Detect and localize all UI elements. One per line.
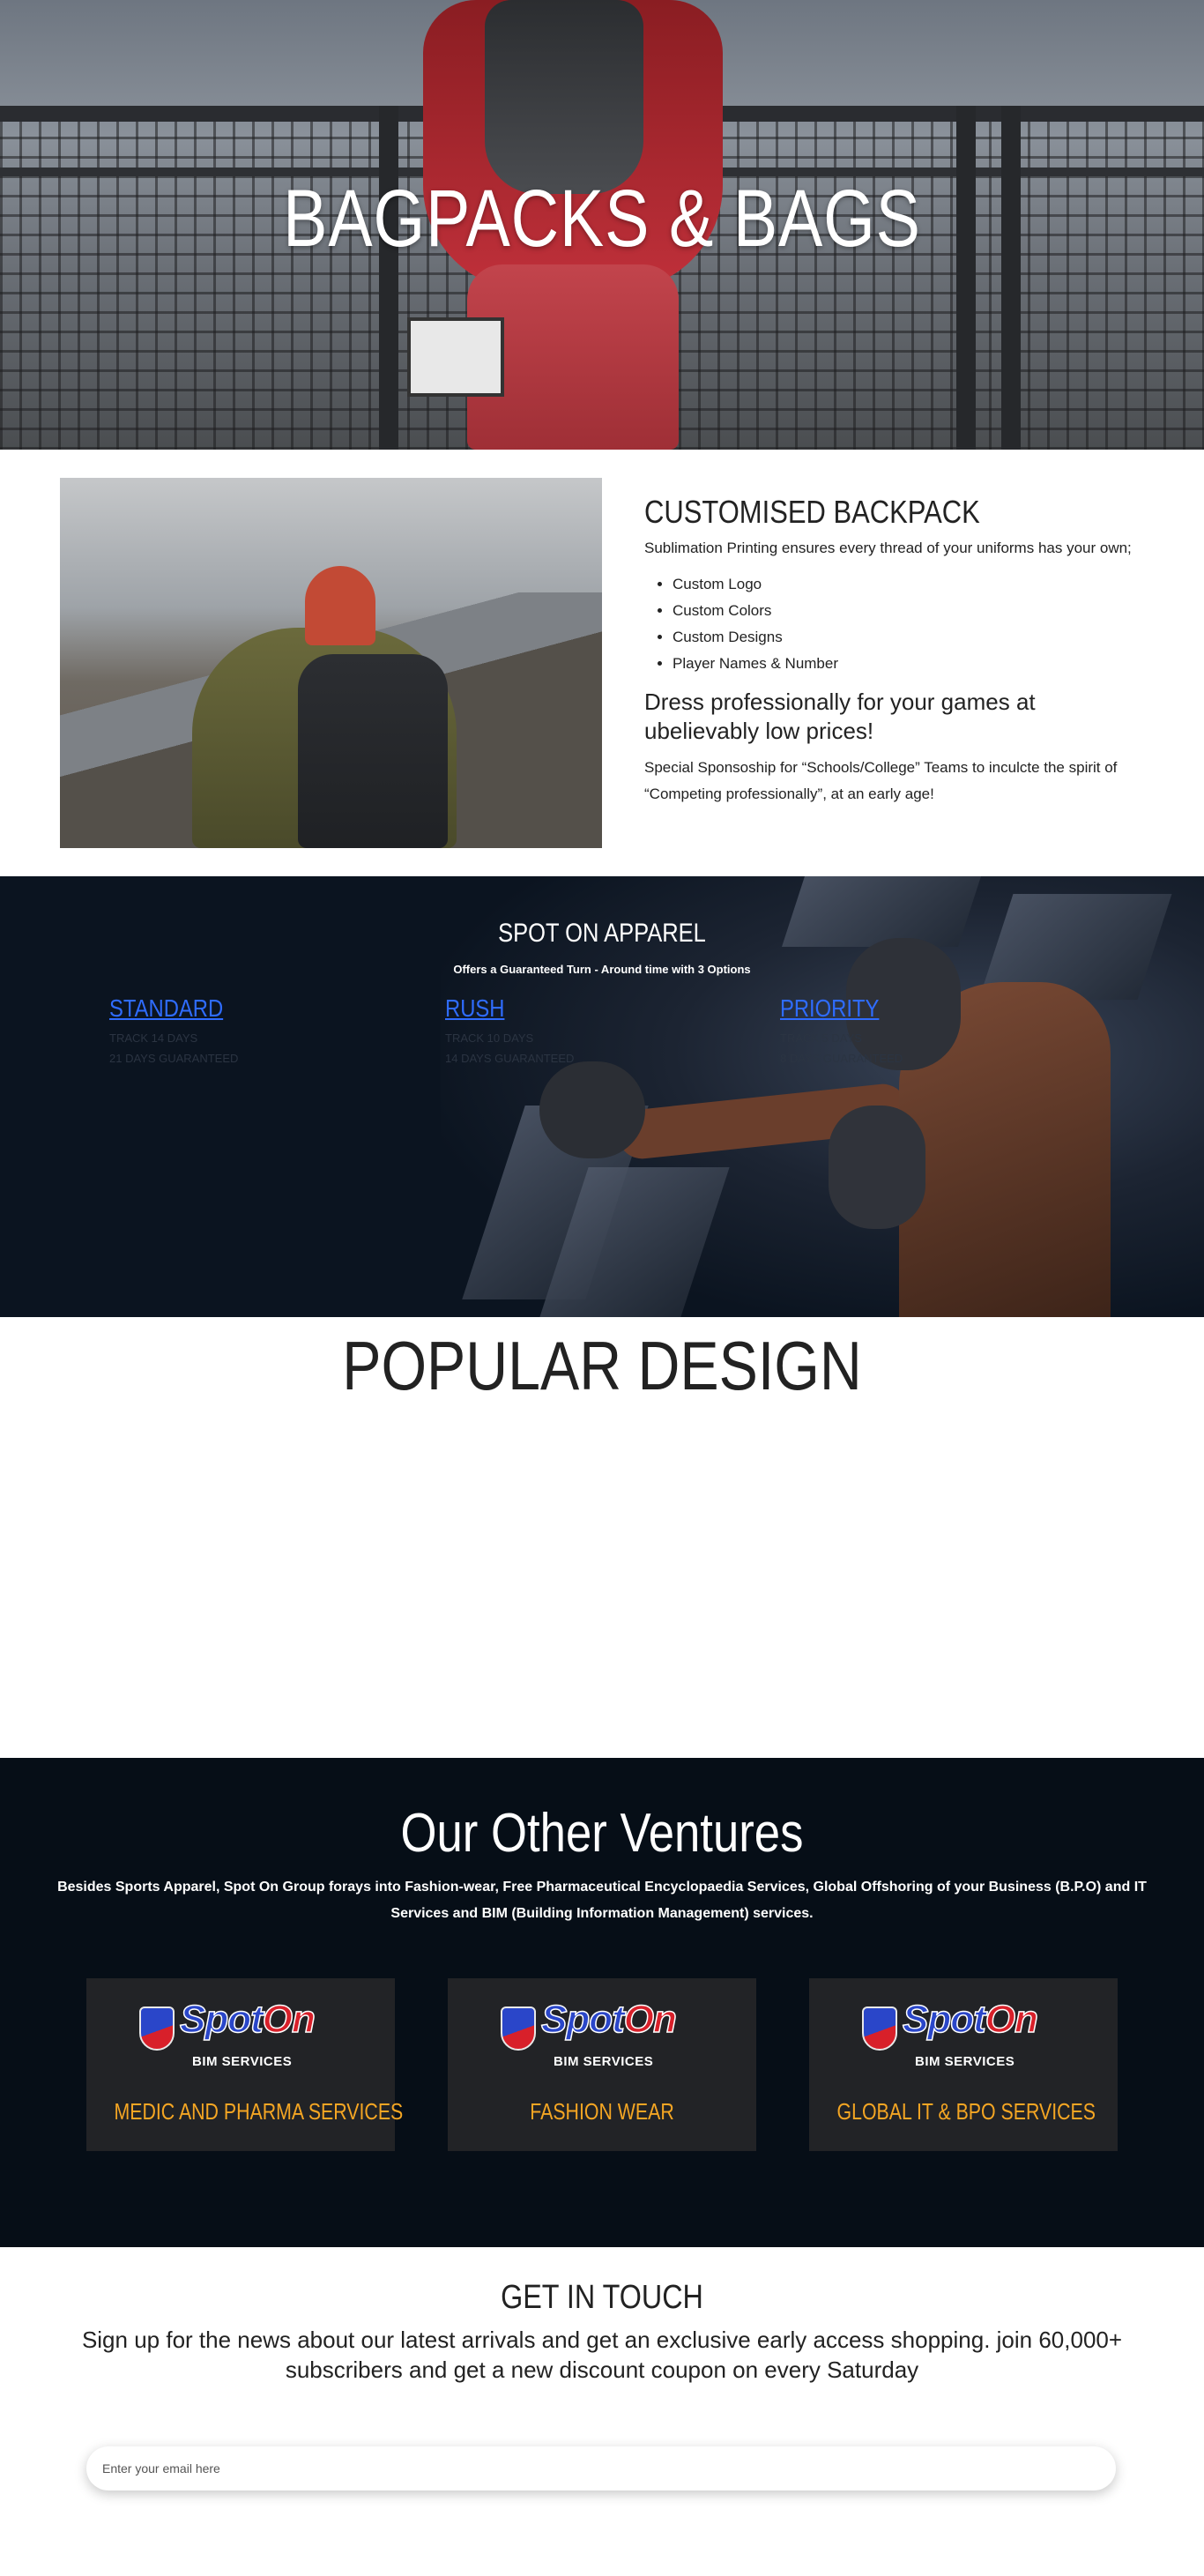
- ventures-title: Our Other Ventures: [400, 1803, 804, 1864]
- logo-tagline: BIM SERVICES: [192, 2054, 293, 2069]
- option-priority-link[interactable]: PRIORITY: [780, 994, 879, 1023]
- option-guarantee: 14 DAYS GUARANTEED: [445, 1052, 575, 1065]
- get-in-touch-section: GET IN TOUCH Sign up for the news about …: [0, 2247, 1204, 2576]
- venture-card-medic[interactable]: SpotOn BIM SERVICES MEDIC AND PHARMA SER…: [86, 1978, 404, 2151]
- spot-on-logo: SpotOn BIM SERVICES: [862, 1997, 1065, 2072]
- logo-on-text: On: [985, 1997, 1039, 2042]
- venture-card-it-bpo[interactable]: SpotOn BIM SERVICES GLOBAL IT & BPO SERV…: [809, 1978, 1118, 2151]
- touch-title: GET IN TOUCH: [501, 2279, 703, 2316]
- option-guarantee: 21 DAYS GUARANTEED: [109, 1052, 239, 1065]
- logo-on-text: On: [623, 1997, 678, 2042]
- feature-item: Custom Logo: [673, 571, 1138, 598]
- ventures-description: Besides Sports Apparel, Spot On Group fo…: [57, 1880, 1147, 1921]
- feature-item: Custom Colors: [673, 598, 1138, 624]
- boxing-glove-image: [539, 1061, 645, 1158]
- backpack-image: [485, 0, 643, 194]
- section-intro: Sublimation Printing ensures every threa…: [644, 540, 1132, 556]
- venture-card-title: FASHION WEAR: [530, 2098, 674, 2125]
- logo-spot-text: Spot: [902, 1997, 986, 2042]
- hero-title: BAGPACKS & BAGS: [283, 174, 921, 264]
- customised-backpack-section: CUSTOMISED BACKPACK Sublimation Printing…: [644, 494, 1138, 808]
- logo-spot-text: Spot: [540, 1997, 625, 2042]
- apparel-title: SPOT ON APPAREL: [498, 919, 706, 948]
- venture-card-title: MEDIC AND PHARMA SERVICES: [114, 2098, 404, 2125]
- spot-on-logo: SpotOn BIM SERVICES: [501, 1997, 703, 2072]
- feature-item: Custom Designs: [673, 624, 1138, 651]
- shield-icon: [501, 2006, 536, 2051]
- option-standard-link[interactable]: STANDARD: [109, 994, 223, 1023]
- venture-card-title: GLOBAL IT & BPO SERVICES: [836, 2098, 1096, 2125]
- hero-banner: BAGPACKS & BAGS: [0, 0, 1204, 450]
- logo-spot-text: Spot: [179, 1997, 264, 2042]
- popular-design-section: POPULAR DESIGN: [0, 1317, 1204, 1758]
- option-guarantee: 8 DAYS GUARANTEED: [780, 1052, 903, 1065]
- option-standard: STANDARD TRACK 14 DAYS 21 DAYS GUARANTEE…: [109, 994, 374, 1065]
- hiker-backpack-image: [60, 478, 602, 848]
- feature-list: Custom Logo Custom Colors Custom Designs…: [644, 571, 1138, 677]
- section-title: CUSTOMISED BACKPACK: [644, 494, 980, 530]
- section-headline: Dress professionally for your games at u…: [644, 689, 1036, 744]
- option-priority: PRIORITY TRACK 5 DAYS 8 DAYS GUARANTEED: [780, 994, 1044, 1065]
- feature-item: Player Names & Number: [673, 651, 1138, 677]
- spot-on-apparel-section: SPOT ON APPAREL Offers a Guaranteed Turn…: [0, 876, 1204, 1317]
- spot-on-logo: SpotOn BIM SERVICES: [139, 1997, 342, 2072]
- option-track: TRACK 14 DAYS: [109, 1031, 198, 1045]
- option-track: TRACK 10 DAYS: [445, 1031, 534, 1045]
- apparel-subtitle: Offers a Guaranteed Turn - Around time w…: [453, 963, 751, 976]
- hero-arrow-sign: [407, 317, 504, 397]
- option-rush-link[interactable]: RUSH: [445, 994, 504, 1023]
- option-rush: RUSH TRACK 10 DAYS 14 DAYS GUARANTEED: [445, 994, 710, 1065]
- other-ventures-section: Our Other Ventures Besides Sports Appare…: [0, 1758, 1204, 2247]
- option-track: TRACK 5 DAYS: [780, 1031, 862, 1045]
- newsletter-pitch: Sign up for the news about our latest ar…: [81, 2327, 1123, 2383]
- hero-post: [1001, 106, 1021, 450]
- email-input[interactable]: [86, 2446, 1116, 2490]
- hero-post: [956, 106, 976, 450]
- logo-tagline: BIM SERVICES: [915, 2054, 1015, 2069]
- logo-tagline: BIM SERVICES: [554, 2054, 654, 2069]
- shield-icon: [862, 2006, 897, 2051]
- shield-icon: [139, 2006, 175, 2051]
- popular-title: POPULAR DESIGN: [342, 1327, 862, 1404]
- sponsorship-text: Special Sponsoship for “Schools/College”…: [644, 759, 1118, 802]
- logo-on-text: On: [262, 1997, 316, 2042]
- venture-card-fashion[interactable]: SpotOn BIM SERVICES FASHION WEAR: [448, 1978, 756, 2151]
